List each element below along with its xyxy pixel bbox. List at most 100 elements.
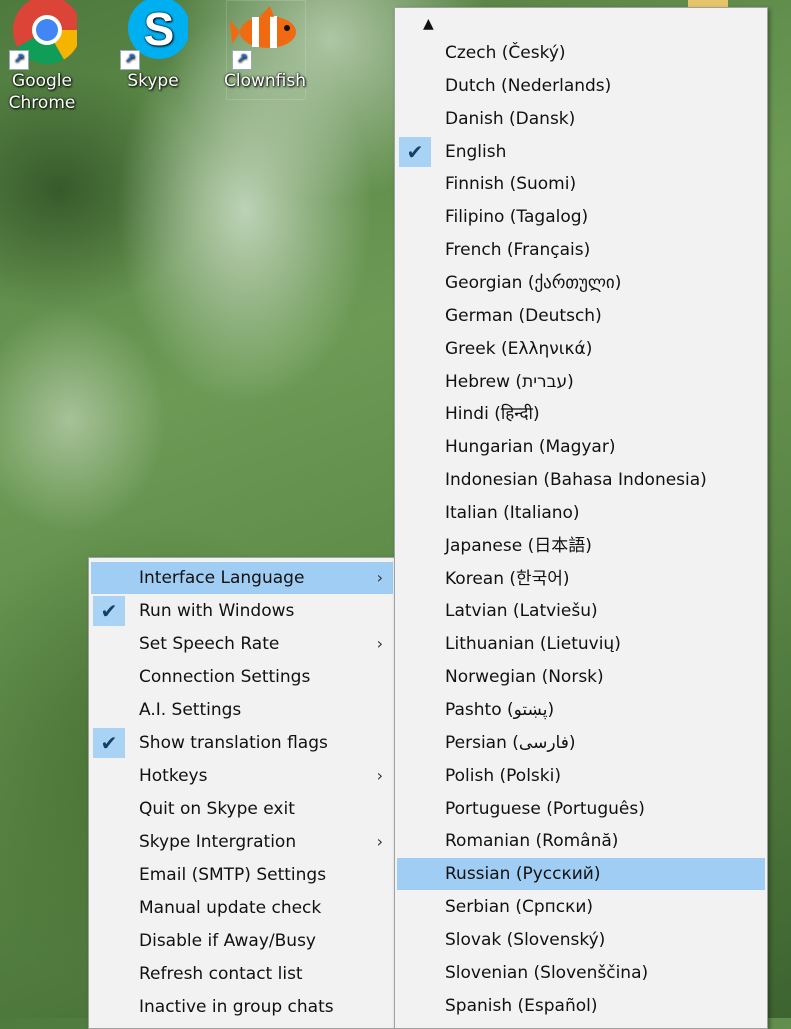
language-option-label: Czech (Český)	[445, 43, 566, 63]
language-option[interactable]: Japanese (日本語)	[397, 530, 765, 562]
checkmark-icon: ✔	[93, 728, 125, 758]
language-option-label: Slovak (Slovenský)	[445, 929, 606, 950]
menu-item-ai-settings[interactable]: A.I. Settings	[91, 694, 393, 726]
language-option-label: Japanese (日本語)	[445, 535, 592, 556]
language-option[interactable]: German (Deutsch)	[397, 300, 765, 332]
language-option[interactable]: Italian (Italiano)	[397, 497, 765, 529]
menu-item-manual-update-check[interactable]: Manual update check	[91, 892, 393, 924]
language-option[interactable]: Portuguese (Português)	[397, 793, 765, 825]
menu-item-interface-language[interactable]: Interface Language ›	[91, 562, 393, 594]
menu-item-email-smtp-settings[interactable]: Email (SMTP) Settings	[91, 859, 393, 891]
menu-item-hotkeys[interactable]: Hotkeys ›	[91, 760, 393, 792]
submenu-arrow-icon: ›	[376, 568, 383, 587]
language-option[interactable]: Russian (Русский)	[397, 858, 765, 891]
language-option[interactable]: Persian (فارسی)	[397, 727, 765, 759]
language-option[interactable]: Latvian (Latviešu)	[397, 595, 765, 627]
language-option-label: Norwegian (Norsk)	[445, 667, 604, 688]
menu-item-run-with-windows[interactable]: ✔ Run with Windows	[91, 595, 393, 627]
language-option[interactable]: Korean (한국어)	[397, 563, 765, 595]
language-option-label: Spanish (Español)	[445, 995, 598, 1016]
language-option[interactable]: Spanish (Español)	[397, 990, 765, 1022]
submenu-arrow-icon: ›	[376, 766, 383, 785]
language-option[interactable]: Filipino (Tagalog)	[397, 201, 765, 233]
clownfish-icon: ↗	[230, 0, 300, 70]
language-option[interactable]: Czech (Český)	[397, 37, 765, 69]
scroll-up-arrow-icon[interactable]: ▲	[423, 16, 434, 32]
menu-item-label: A.I. Settings	[139, 700, 242, 720]
menu-item-label: Email (SMTP) Settings	[139, 865, 327, 885]
language-option-label: Georgian (ქართული)	[445, 272, 622, 293]
menu-item-label: Quit on Skype exit	[139, 799, 295, 819]
language-option[interactable]: French (Français)	[397, 234, 765, 266]
language-option[interactable]: Serbian (Српски)	[397, 891, 765, 923]
menu-item-label: Run with Windows	[139, 601, 295, 621]
language-option[interactable]: Norwegian (Norsk)	[397, 661, 765, 693]
menu-item-label: Manual update check	[139, 898, 322, 918]
menu-item-label: Show translation flags	[139, 733, 328, 753]
language-option[interactable]: Dutch (Nederlands)	[397, 70, 765, 102]
language-option[interactable]: Romanian (Română)	[397, 825, 765, 857]
chrome-icon: ↗	[7, 0, 82, 70]
language-option[interactable]: Finnish (Suomi)	[397, 168, 765, 200]
language-option[interactable]: Indonesian (Bahasa Indonesia)	[397, 464, 765, 496]
language-option[interactable]: Hebrew (עברית)	[397, 366, 765, 398]
menu-item-inactive-in-group-chats[interactable]: Inactive in group chats	[91, 991, 393, 1023]
skype-icon: S ↗	[118, 0, 190, 70]
menu-item-disable-if-away-busy[interactable]: Disable if Away/Busy	[91, 925, 393, 957]
language-option[interactable]: Lithuanian (Lietuvių)	[397, 628, 765, 660]
checkmark-icon: ✔	[399, 136, 431, 167]
language-option-label: Filipino (Tagalog)	[445, 207, 589, 228]
desktop-icon-google-chrome[interactable]: ↗ Google Chrome	[0, 0, 84, 114]
language-option-label: Portuguese (Português)	[445, 798, 645, 819]
menu-item-refresh-contact-list[interactable]: Refresh contact list	[91, 958, 393, 990]
language-option[interactable]: Hindi (हिन्दी)	[397, 398, 765, 430]
language-option-label: Italian (Italiano)	[445, 502, 580, 523]
language-option-label: Hebrew (עברית)	[445, 371, 574, 392]
language-option-label: Serbian (Српски)	[445, 897, 594, 918]
language-option-label: Latvian (Latviešu)	[445, 601, 598, 622]
menu-item-skype-integration[interactable]: Skype Intergration ›	[91, 826, 393, 858]
language-option[interactable]: Greek (Ελληνικά)	[397, 333, 765, 365]
menu-item-connection-settings[interactable]: Connection Settings	[91, 661, 393, 693]
language-option-label: Pashto (پښتو)	[445, 700, 555, 720]
language-option[interactable]: Danish (Dansk)	[397, 103, 765, 135]
language-option-label: Greek (Ελληνικά)	[445, 338, 593, 359]
language-option-label: Persian (فارسی)	[445, 732, 576, 753]
submenu-arrow-icon: ›	[376, 634, 383, 653]
menu-item-label: Skype Intergration	[139, 832, 297, 852]
language-option-label: French (Français)	[445, 240, 591, 261]
language-option-label: Danish (Dansk)	[445, 108, 576, 129]
menu-item-label: Inactive in group chats	[139, 997, 334, 1017]
language-option-label: English	[445, 141, 507, 162]
menu-item-label: Refresh contact list	[139, 964, 303, 984]
desktop-icon-clownfish[interactable]: ↗ Clownfish	[223, 0, 307, 92]
menu-item-quit-on-skype-exit[interactable]: Quit on Skype exit	[91, 793, 393, 825]
shortcut-arrow-icon: ↗	[9, 50, 29, 70]
language-option-label: Dutch (Nederlands)	[445, 75, 612, 96]
language-option[interactable]: Slovenian (Slovenščina)	[397, 957, 765, 989]
language-option-label: Indonesian (Bahasa Indonesia)	[445, 470, 707, 491]
interface-language-submenu: ▲ Czech (Český) Dutch (Nederlands) Danish …	[394, 7, 768, 1029]
language-option-label: Lithuanian (Lietuvių)	[445, 634, 621, 655]
desktop-icon-label: Chrome	[8, 93, 76, 113]
menu-item-set-speech-rate[interactable]: Set Speech Rate ›	[91, 628, 393, 660]
menu-item-show-translation-flags[interactable]: ✔ Show translation flags	[91, 727, 393, 759]
desktop-icon-skype[interactable]: S ↗ Skype	[111, 0, 195, 92]
shortcut-arrow-icon: ↗	[120, 50, 140, 70]
language-option-label: Slovenian (Slovenščina)	[445, 962, 649, 983]
language-option[interactable]: ✔ English	[397, 136, 765, 168]
desktop-icon-label: Clownfish	[223, 71, 306, 91]
language-option[interactable]: Polish (Polski)	[397, 760, 765, 792]
language-option-label: Finnish (Suomi)	[445, 174, 577, 195]
language-option-label: Russian (Русский)	[445, 864, 601, 885]
language-option[interactable]: Slovak (Slovenský)	[397, 924, 765, 956]
language-option[interactable]: Pashto (پښتو)	[397, 694, 765, 726]
language-option-label: Romanian (Română)	[445, 831, 619, 852]
language-option[interactable]: Hungarian (Magyar)	[397, 431, 765, 463]
submenu-arrow-icon: ›	[376, 832, 383, 851]
language-option-label: Polish (Polski)	[445, 765, 561, 786]
language-option-label: Hindi (हिन्दी)	[445, 404, 540, 425]
language-option-label: Korean (한국어)	[445, 568, 570, 589]
language-option[interactable]: Georgian (ქართული)	[397, 267, 765, 299]
menu-item-label: Hotkeys	[139, 766, 208, 786]
